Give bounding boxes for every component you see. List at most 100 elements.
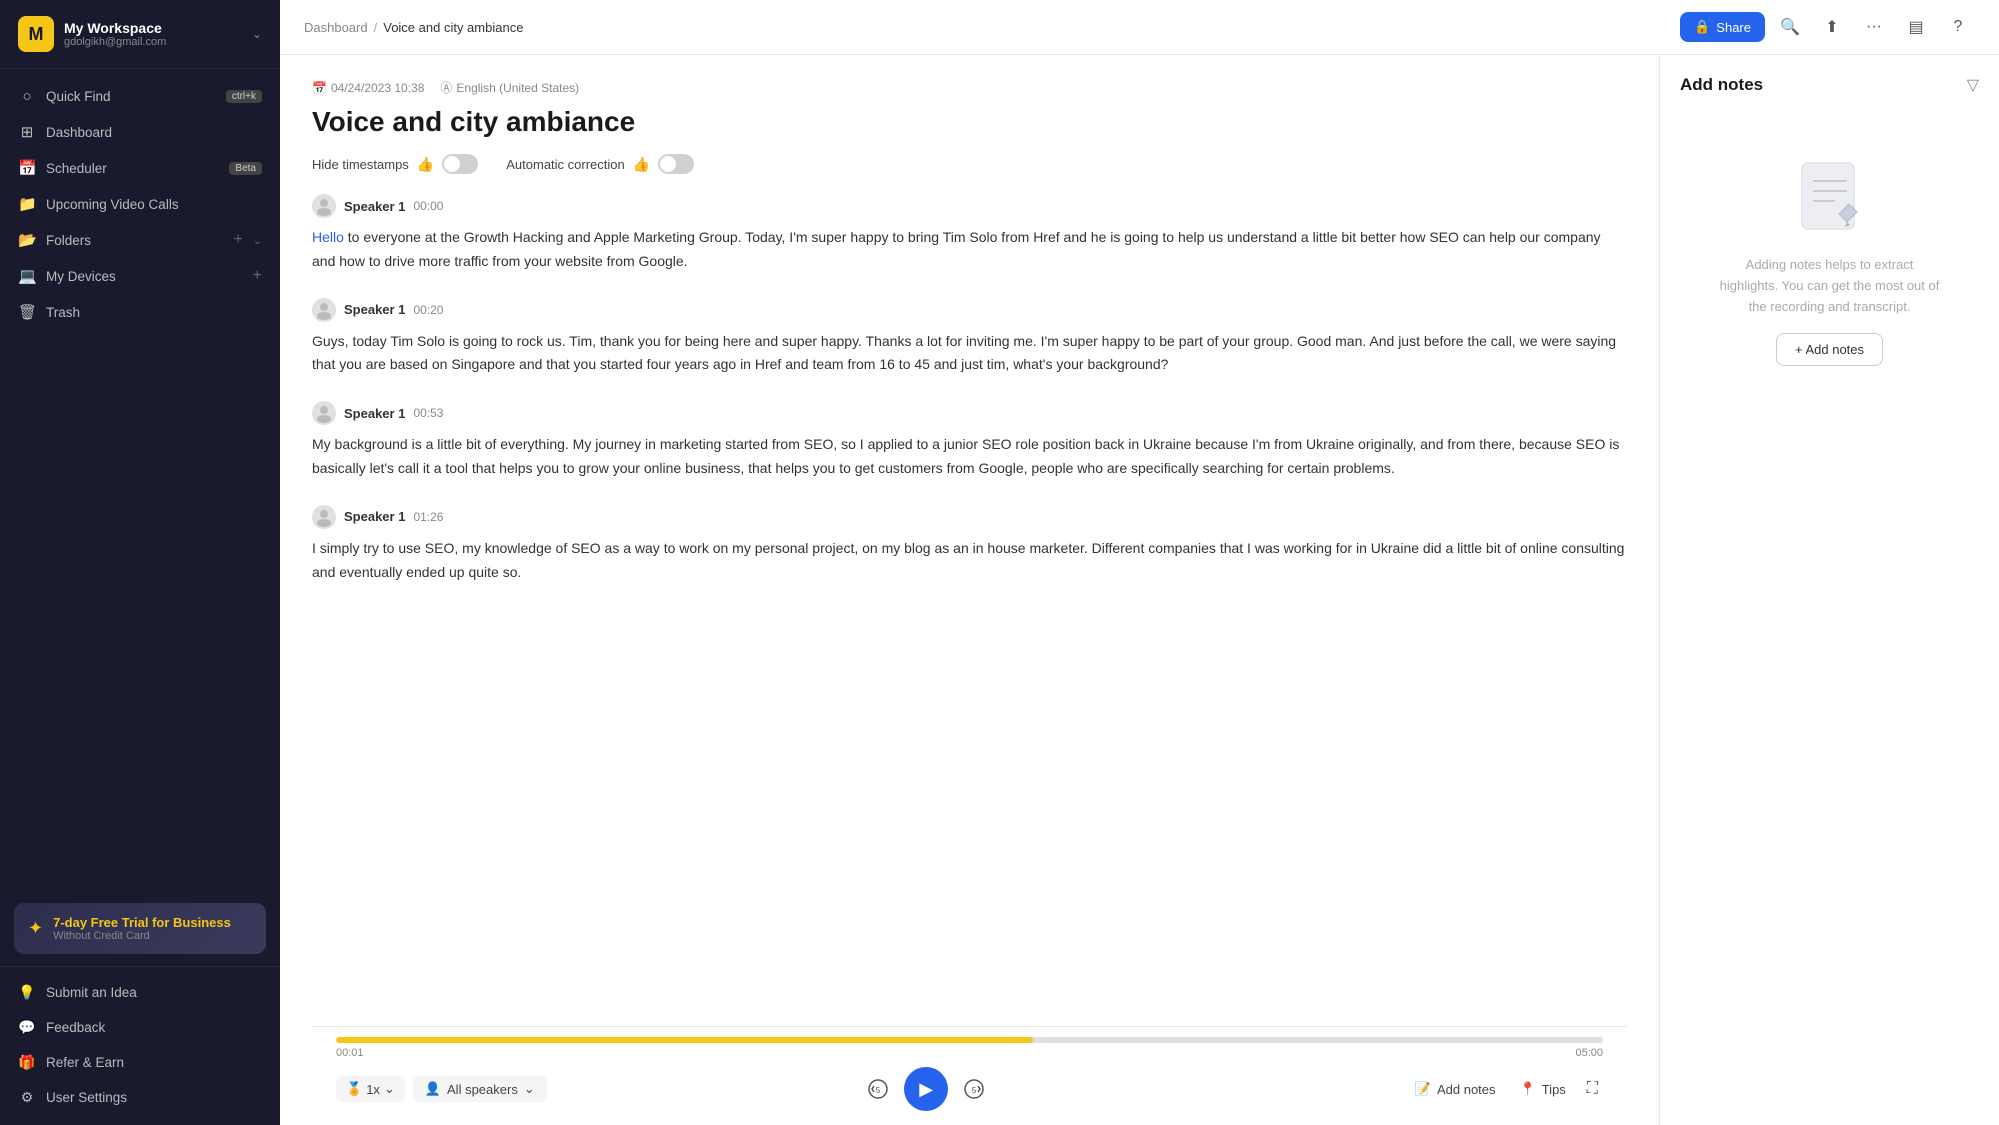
speaker-name: Speaker 1 [344, 302, 405, 317]
skip-forward-button[interactable]: 5 [956, 1071, 992, 1107]
trial-subtitle: Without Credit Card [53, 930, 231, 942]
workspace-name: My Workspace [64, 20, 242, 36]
speaker-time: 00:20 [413, 303, 443, 317]
add-notes-audio-button[interactable]: 📝 Add notes [1407, 1076, 1504, 1102]
transcript-toggles: Hide timestamps 👍 Automatic correction 👍 [312, 154, 1627, 174]
more-options-button[interactable]: ··· [1857, 10, 1891, 44]
chevron-down-icon: ⌄ [524, 1081, 535, 1097]
sidebar-item-label: User Settings [46, 1090, 127, 1105]
audio-bar: 00:01 05:00 🏅 1x ⌄ 👤 All speakers ⌄ [312, 1026, 1627, 1125]
sidebar-bottom: 💡 Submit an Idea 💬 Feedback 🎁 Refer & Ea… [0, 966, 280, 1125]
speaker-text: Hello to everyone at the Growth Hacking … [312, 226, 1627, 274]
sidebar-item-scheduler[interactable]: 📅 Scheduler Beta [0, 150, 280, 186]
audio-controls: 🏅 1x ⌄ 👤 All speakers ⌄ 5 ▶ [336, 1067, 1603, 1111]
sidebar-item-label: Quick Find [46, 89, 216, 104]
transcript-body: Speaker 1 00:00 Hello to everyone at the… [312, 194, 1627, 1026]
skip-back-button[interactable]: 5 [860, 1071, 896, 1107]
speakers-button[interactable]: 👤 All speakers ⌄ [413, 1076, 547, 1102]
workspace-info: My Workspace gdolgikh@gmail.com [64, 20, 242, 48]
sidebar-item-quick-find[interactable]: ○ Quick Find ctrl+k [0, 79, 280, 114]
add-notes-button[interactable]: + Add notes [1776, 333, 1883, 366]
speaker-name: Speaker 1 [344, 406, 405, 421]
sidebar-item-upcoming-video-calls[interactable]: 📁 Upcoming Video Calls [0, 186, 280, 222]
speaker-avatar [312, 505, 336, 529]
speaker-header: Speaker 1 01:26 [312, 505, 1627, 529]
sidebar-item-user-settings[interactable]: ⚙ User Settings [0, 1080, 280, 1115]
sidebar-item-trash[interactable]: 🗑 Trash [0, 294, 280, 330]
auto-correction-toggle[interactable] [658, 154, 694, 174]
breadcrumb-separator: / [374, 20, 378, 35]
sidebar-item-submit-idea[interactable]: 💡 Submit an Idea [0, 975, 280, 1010]
sidebar-item-label: Refer & Earn [46, 1055, 124, 1070]
speaker-header: Speaker 1 00:20 [312, 298, 1627, 322]
meta-date: 📅 04/24/2023 10:38 [312, 81, 424, 95]
sidebar-item-my-devices[interactable]: 💻 My Devices + [0, 258, 280, 294]
trial-text: 7-day Free Trial for Business Without Cr… [53, 915, 231, 942]
sidebar-item-label: My Devices [46, 269, 243, 284]
chevron-down-icon: ⌄ [384, 1081, 395, 1097]
speaker-avatar [312, 298, 336, 322]
trial-banner[interactable]: ✦ 7-day Free Trial for Business Without … [14, 903, 266, 954]
breadcrumb-current: Voice and city ambiance [383, 20, 523, 35]
thumbs-up-icon: 👍 [417, 156, 434, 173]
help-icon: ? [1954, 18, 1963, 36]
progress-fill [336, 1037, 1033, 1043]
calendar-icon: 📅 [312, 81, 327, 95]
emoji-icon: 🏅 [346, 1081, 362, 1097]
add-device-icon[interactable]: + [253, 267, 262, 285]
notes-panel: Add notes ▽ Adding notes helps to extra [1659, 55, 1999, 1125]
fullscreen-button[interactable]: ⛶ [1582, 1075, 1603, 1103]
tips-button[interactable]: 📍 Tips [1512, 1076, 1574, 1102]
highlight-text: Hello [312, 229, 344, 245]
help-button[interactable]: ? [1941, 10, 1975, 44]
speaker-block: Speaker 1 00:20 Guys, today Tim Solo is … [312, 298, 1627, 378]
notes-header: Add notes ▽ [1680, 75, 1979, 95]
workspace-header[interactable]: M My Workspace gdolgikh@gmail.com ⌄ [0, 0, 280, 69]
breadcrumb-home[interactable]: Dashboard [304, 20, 368, 35]
workspace-avatar: M [18, 16, 54, 52]
sidebar: M My Workspace gdolgikh@gmail.com ⌄ ○ Qu… [0, 0, 280, 1125]
search-icon: ○ [18, 88, 36, 105]
speaker-header: Speaker 1 00:00 [312, 194, 1627, 218]
lock-icon: 🔒 [1694, 19, 1710, 35]
toggle-correction-label: Automatic correction [506, 157, 625, 172]
search-button[interactable]: 🔍 [1773, 10, 1807, 44]
filter-icon[interactable]: ▽ [1967, 75, 1979, 95]
notes-empty-state: Adding notes helps to extract highlights… [1680, 119, 1979, 366]
person-icon: 👤 [425, 1081, 441, 1097]
thumbs-up-icon-2: 👍 [633, 156, 650, 173]
current-time: 00:01 [336, 1047, 364, 1059]
speaker-avatar [312, 401, 336, 425]
meta-language: Ⓐ English (United States) [440, 79, 579, 96]
sidebar-item-label: Folders [46, 233, 223, 248]
sidebar-item-label: Submit an Idea [46, 985, 137, 1000]
upload-button[interactable]: ⬆ [1815, 10, 1849, 44]
transcript-view-button[interactable]: ▤ [1899, 10, 1933, 44]
sidebar-item-label: Scheduler [46, 161, 219, 176]
sidebar-item-dashboard[interactable]: ⊞ Dashboard [0, 114, 280, 150]
workspace-email: gdolgikh@gmail.com [64, 36, 242, 48]
speed-button[interactable]: 🏅 1x ⌄ [336, 1076, 405, 1102]
calendar-icon: 📅 [18, 159, 36, 177]
expand-icon: ⛶ [1587, 1080, 1598, 1097]
topbar: Dashboard / Voice and city ambiance 🔒 Sh… [280, 0, 1999, 55]
upload-icon: ⬆ [1825, 17, 1838, 37]
sidebar-item-refer-earn[interactable]: 🎁 Refer & Earn [0, 1045, 280, 1080]
sidebar-item-label: Trash [46, 305, 262, 320]
progress-track[interactable] [336, 1037, 1603, 1043]
add-folder-icon[interactable]: + [233, 231, 242, 249]
trial-title: 7-day Free Trial for Business [53, 915, 231, 930]
speaker-name: Speaker 1 [344, 509, 405, 524]
hide-timestamps-toggle-group: Hide timestamps 👍 [312, 154, 478, 174]
total-time: 05:00 [1575, 1047, 1603, 1059]
shortcut-badge: ctrl+k [226, 90, 262, 103]
chevron-icon[interactable]: ⌄ [253, 234, 262, 247]
sidebar-item-feedback[interactable]: 💬 Feedback [0, 1010, 280, 1045]
svg-text:5: 5 [972, 1086, 977, 1095]
breadcrumb: Dashboard / Voice and city ambiance [304, 20, 1672, 35]
sidebar-item-folders[interactable]: 📂 Folders + ⌄ [0, 222, 280, 258]
play-button[interactable]: ▶ [904, 1067, 948, 1111]
speaker-time: 01:26 [413, 510, 443, 524]
share-button[interactable]: 🔒 Share [1680, 12, 1765, 42]
hide-timestamps-toggle[interactable] [442, 154, 478, 174]
